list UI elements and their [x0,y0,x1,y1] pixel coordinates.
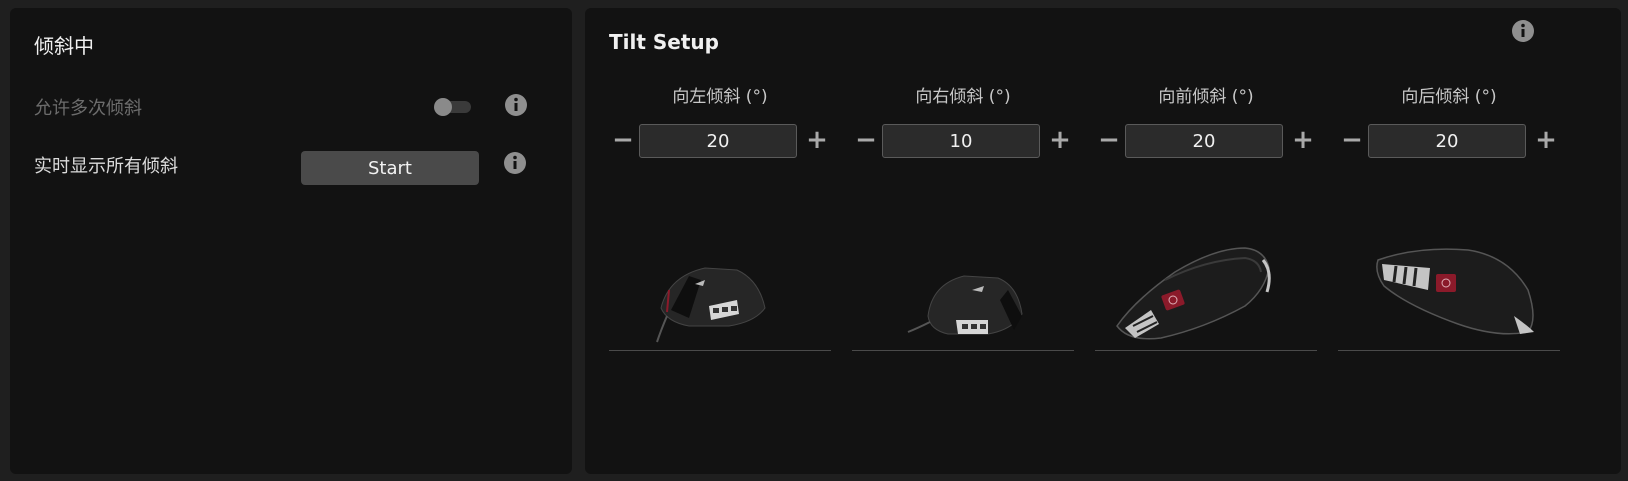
info-icon[interactable] [504,93,528,117]
mouse-tilt-backward-image [1338,220,1560,350]
mouse-tilt-left-image [609,220,831,350]
plus-icon[interactable]: + [1289,125,1317,155]
toggle-knob [434,98,452,116]
plus-icon[interactable]: + [803,125,831,155]
divider-line [1338,350,1560,351]
tilt-right-column: 向右倾斜 (°) − 10 + [852,70,1074,370]
info-icon[interactable] [503,151,527,175]
live-display-all-tilt-label: 实时显示所有倾斜 [34,156,178,177]
minus-icon[interactable]: − [1095,125,1123,155]
panel-title: Tilt Setup [609,30,719,54]
minus-icon[interactable]: − [852,125,880,155]
tilt-right-label: 向右倾斜 (°) [915,87,1011,107]
mouse-tilt-right-image [852,220,1074,350]
panel-title: 倾斜中 [34,34,94,58]
tilt-left-column: 向左倾斜 (°) − 20 + [609,70,831,370]
tilt-setup-panel: Tilt Setup 向左倾斜 (°) − 20 + 向右倾斜 (°) − 10… [585,8,1621,474]
start-button[interactable]: Start [301,151,479,185]
divider-line [1095,350,1317,351]
allow-multiple-tilt-label: 允许多次倾斜 [34,98,142,119]
tilt-forward-column: 向前倾斜 (°) − 20 + [1095,70,1317,370]
divider-line [609,350,831,351]
divider-line [852,350,1074,351]
plus-icon[interactable]: + [1046,125,1074,155]
tilt-left-label: 向左倾斜 (°) [672,87,768,107]
minus-icon[interactable]: − [609,125,637,155]
allow-multiple-tilt-toggle[interactable] [434,98,471,116]
tilt-left-value-input[interactable]: 20 [639,124,797,158]
info-icon[interactable] [1511,19,1535,43]
tilt-backward-value-input[interactable]: 20 [1368,124,1526,158]
tilt-backward-column: 向后倾斜 (°) − 20 + [1338,70,1560,370]
mouse-tilt-forward-image [1095,220,1317,350]
tilt-options-panel: 倾斜中 允许多次倾斜 实时显示所有倾斜 Start [10,8,572,474]
tilt-forward-label: 向前倾斜 (°) [1158,87,1254,107]
tilt-right-value-input[interactable]: 10 [882,124,1040,158]
plus-icon[interactable]: + [1532,125,1560,155]
minus-icon[interactable]: − [1338,125,1366,155]
tilt-backward-label: 向后倾斜 (°) [1401,87,1497,107]
tilt-forward-value-input[interactable]: 20 [1125,124,1283,158]
